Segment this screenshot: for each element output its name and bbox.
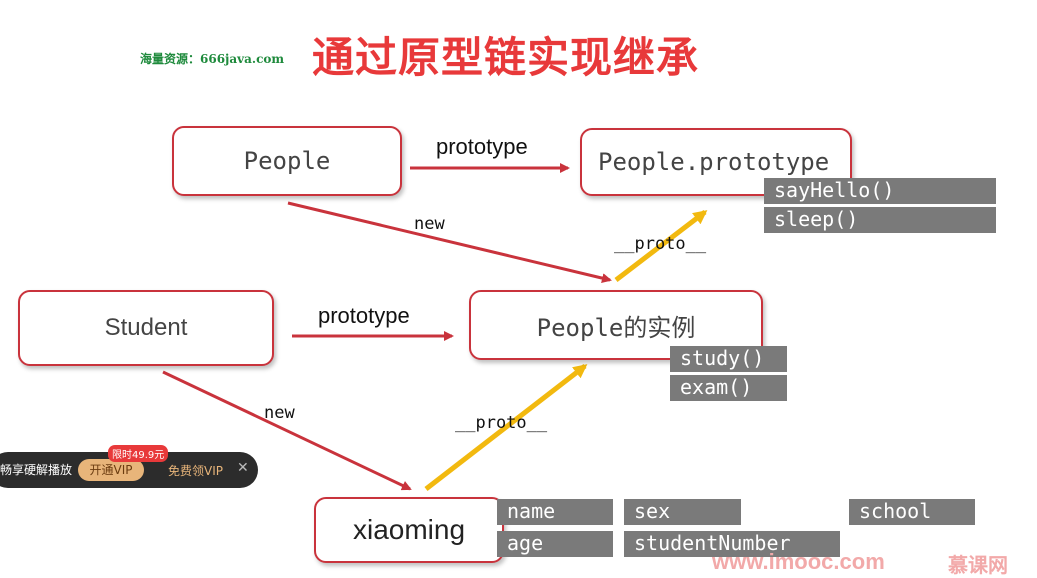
open-vip-button[interactable]: 开通VIP bbox=[78, 459, 144, 481]
imooc-logo: www.imooc.com bbox=[712, 549, 885, 574]
label-new-bottom: new bbox=[264, 403, 295, 423]
people-prototype-label: People.prototype bbox=[598, 148, 830, 176]
xiaoming-node: xiaoming bbox=[314, 497, 504, 563]
arrow-people-new-instance bbox=[287, 201, 612, 284]
label-proto-bottom: __proto__ bbox=[455, 413, 548, 433]
prop-sex: sex bbox=[624, 499, 741, 525]
label-prototype-top: prototype bbox=[436, 134, 528, 159]
label-new-top: new bbox=[414, 214, 445, 234]
method-sayhello: sayHello() bbox=[764, 178, 996, 204]
label-prototype-mid: prototype bbox=[318, 303, 410, 328]
people-node: People bbox=[172, 126, 402, 196]
prop-name: name bbox=[497, 499, 613, 525]
people-instance-label: People的实例 bbox=[536, 313, 696, 342]
method-study: study() bbox=[670, 346, 787, 372]
student-node: Student bbox=[18, 290, 274, 366]
method-exam: exam() bbox=[670, 375, 787, 401]
method-sleep: sleep() bbox=[764, 207, 996, 233]
prop-school: school bbox=[849, 499, 975, 525]
prop-age: age bbox=[497, 531, 613, 557]
free-vip-link[interactable]: 免费领VIP bbox=[168, 462, 223, 479]
price-badge: 限时49.9元 bbox=[108, 445, 169, 462]
label-proto-top: __proto__ bbox=[614, 234, 707, 254]
imooc-logo-cn: 慕课网 bbox=[948, 553, 1008, 577]
student-label: Student bbox=[104, 314, 188, 341]
hw-decode-text: 畅享硬解播放 bbox=[0, 463, 73, 477]
arrows-layer bbox=[162, 163, 708, 491]
close-icon[interactable]: ✕ bbox=[237, 460, 249, 476]
player-toolbar: 畅享硬解播放 开通VIP 限时49.9元 免费领VIP ✕ bbox=[0, 445, 258, 488]
people-label: People bbox=[243, 147, 331, 175]
xiaoming-label: xiaoming bbox=[352, 514, 466, 545]
